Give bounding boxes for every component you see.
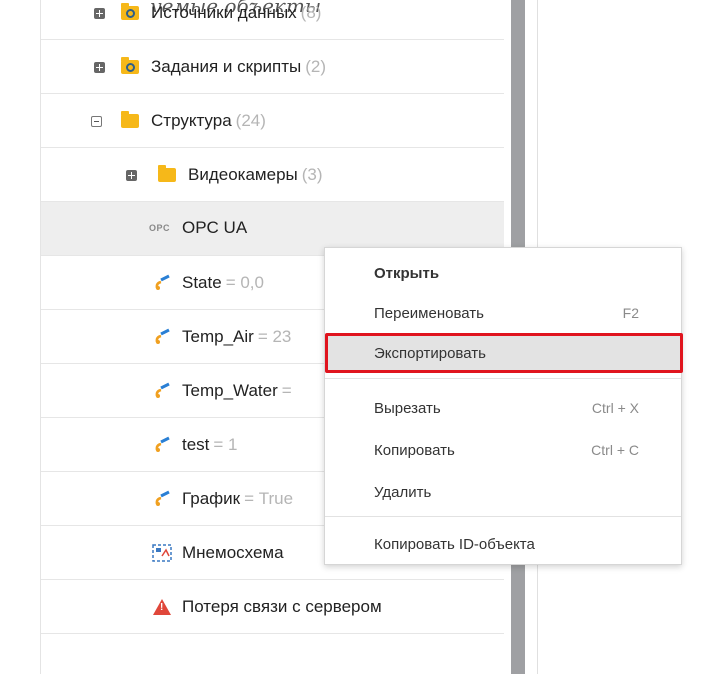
- tree-row-label: Задания и скрипты: [151, 57, 302, 76]
- tree-row-value: = 23: [257, 327, 292, 346]
- tree-row-count: (2): [305, 57, 327, 76]
- menu-item-open[interactable]: Открыть: [325, 255, 681, 291]
- tag-variable-icon: [155, 490, 170, 506]
- menu-item-label: Копировать: [374, 441, 455, 459]
- collapse-icon[interactable]: [91, 116, 102, 127]
- menu-item-rename[interactable]: Переименовать F2: [325, 295, 681, 331]
- tree-row-label: Temp_Water: [182, 381, 278, 400]
- menu-item-label: Удалить: [374, 483, 432, 501]
- folder-icon: [121, 111, 139, 128]
- menu-item-label: Вырезать: [374, 399, 441, 417]
- menu-separator: [325, 378, 681, 379]
- folder-icon: [158, 165, 176, 182]
- expand-icon[interactable]: [94, 8, 105, 19]
- tag-variable-icon: [155, 328, 170, 344]
- tree-row-value: = 0,0: [225, 273, 264, 292]
- tree-row-label: График: [182, 489, 241, 508]
- tag-variable-icon: [155, 436, 170, 452]
- tree-row-label: State: [182, 273, 222, 292]
- tag-variable-icon: [155, 274, 170, 290]
- menu-item-copy[interactable]: Копировать Ctrl + C: [325, 432, 681, 468]
- tree-row-data-sources[interactable]: Источники данных (8): [41, 0, 504, 40]
- menu-item-label: Открыть: [374, 264, 440, 282]
- tree-row-count: (3): [301, 165, 323, 184]
- tree-row-label: OPC UA: [182, 218, 248, 237]
- menu-item-label: Копировать ID-объекта: [374, 535, 535, 553]
- tree-row-label: Источники данных: [151, 3, 297, 22]
- menu-item-label: Переименовать: [374, 304, 484, 322]
- tree-row-structure[interactable]: Структура (24): [41, 94, 504, 148]
- tree-row-tasks-scripts[interactable]: Задания и скрипты (2): [41, 40, 504, 94]
- menu-item-delete[interactable]: Удалить: [325, 474, 681, 510]
- tree-row-label: Структура: [151, 111, 232, 130]
- menu-item-cut[interactable]: Вырезать Ctrl + X: [325, 390, 681, 426]
- tree-row-value: = True: [244, 489, 294, 508]
- expand-icon[interactable]: [94, 62, 105, 73]
- menu-item-shortcut: F2: [622, 305, 639, 321]
- menu-item-copy-id[interactable]: Копировать ID-объекта: [325, 526, 681, 562]
- tree-row-value: =: [281, 381, 292, 400]
- mnemoscheme-icon: [152, 544, 172, 562]
- tree-row-label: test: [182, 435, 210, 454]
- menu-separator: [325, 516, 681, 517]
- tree-row-label: Видеокамеры: [188, 165, 298, 184]
- alarm-icon: !: [153, 599, 171, 615]
- menu-item-shortcut: Ctrl + C: [591, 442, 639, 458]
- export-highlight-frame: [325, 333, 683, 373]
- tree-row-value: = 1: [213, 435, 238, 454]
- tree-row-connection-lost[interactable]: ! Потеря связи с сервером: [41, 580, 504, 634]
- tree-row-label: Мнемосхема: [182, 543, 284, 562]
- opc-icon: OPC: [149, 223, 171, 233]
- folder-gear-icon: [121, 3, 139, 20]
- tree-row-count: (24): [235, 111, 266, 130]
- tree-row-cameras[interactable]: Видеокамеры (3): [41, 148, 504, 202]
- tree-row-count: (8): [300, 3, 322, 22]
- tree-row-label: Потеря связи с сервером: [182, 597, 382, 616]
- expand-icon[interactable]: [126, 170, 137, 181]
- menu-item-shortcut: Ctrl + X: [591, 400, 639, 416]
- folder-gear-icon: [121, 57, 139, 74]
- tag-variable-icon: [155, 382, 170, 398]
- tree-row-label: Temp_Air: [182, 327, 254, 346]
- context-menu: Открыть Переименовать F2 Экспортировать …: [324, 247, 683, 565]
